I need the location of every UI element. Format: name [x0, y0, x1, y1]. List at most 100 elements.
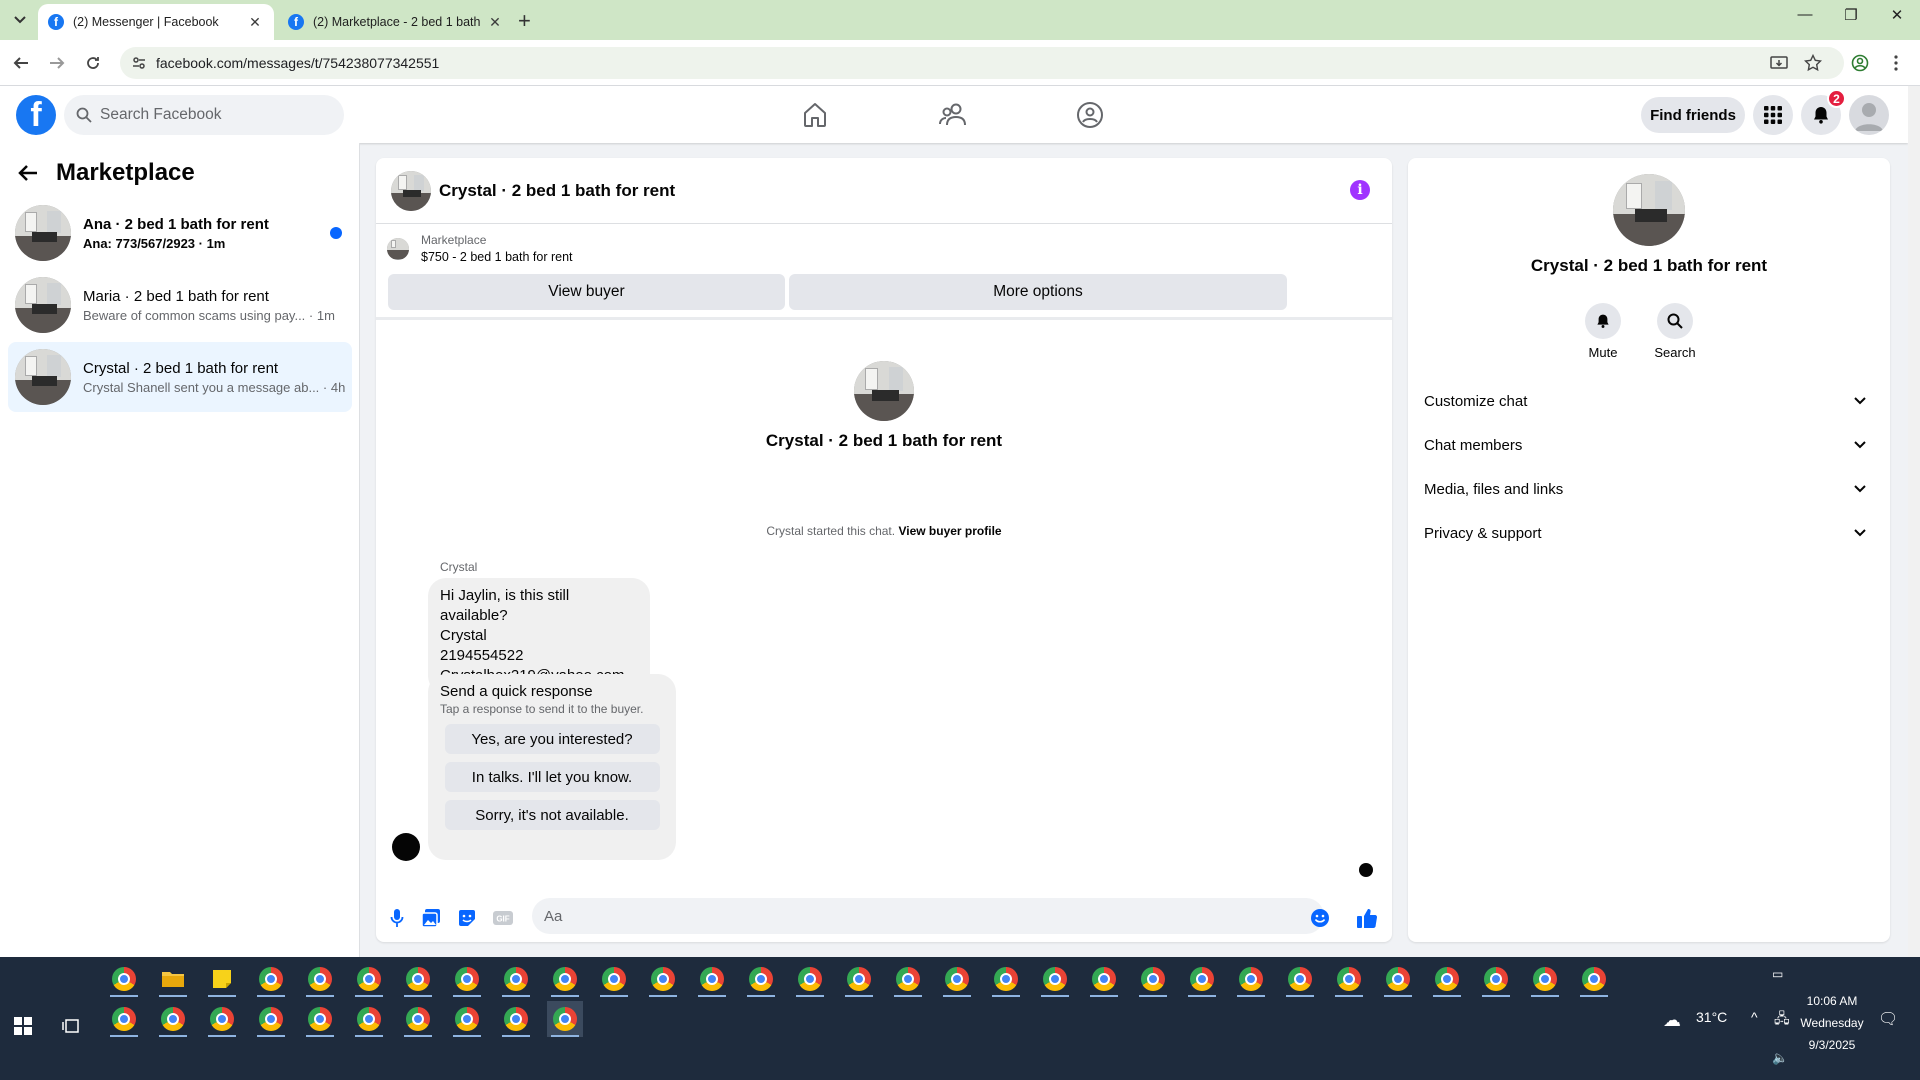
facebook-search-input[interactable]: Search Facebook	[64, 95, 344, 135]
chrome-icon[interactable]	[743, 961, 779, 997]
chrome-icon[interactable]	[498, 1001, 534, 1037]
chrome-icon[interactable]	[106, 961, 142, 997]
privacy-support-row[interactable]: Privacy & support	[1424, 513, 1874, 553]
gif-icon[interactable]: GIF	[492, 907, 514, 929]
chrome-icon[interactable]	[1478, 961, 1514, 997]
chrome-icon[interactable]	[596, 961, 632, 997]
chrome-icon[interactable]	[547, 1001, 583, 1037]
tab-search-button[interactable]	[8, 8, 32, 32]
chrome-icon[interactable]	[1380, 961, 1416, 997]
tray-tablet-icon[interactable]: ▭	[1772, 967, 1783, 981]
chrome-icon[interactable]	[1331, 961, 1367, 997]
chrome-icon[interactable]	[253, 961, 289, 997]
info-icon[interactable]: i	[1350, 180, 1370, 200]
listing-summary[interactable]: Marketplace $750 - 2 bed 1 bath for rent	[387, 233, 573, 264]
sticker-icon[interactable]	[456, 907, 478, 929]
conversation-item-crystal[interactable]: Crystal · 2 bed 1 bath for rent Crystal …	[8, 342, 352, 412]
restore-button[interactable]: ❐	[1828, 6, 1874, 24]
listing-thumbnail[interactable]	[1613, 174, 1685, 246]
volume-icon[interactable]: 🔈	[1772, 1050, 1788, 1066]
find-friends-button[interactable]: Find friends	[1641, 97, 1745, 133]
chrome-icon[interactable]	[1037, 961, 1073, 997]
back-arrow-icon[interactable]	[18, 164, 38, 182]
file-explorer-icon[interactable]	[155, 961, 191, 997]
weather-icon[interactable]: ☁	[1663, 1010, 1681, 1031]
site-info-icon[interactable]	[132, 56, 146, 70]
install-app-icon[interactable]	[1770, 54, 1788, 72]
new-tab-button[interactable]: +	[518, 8, 531, 34]
mute-button[interactable]: Mute	[1573, 303, 1633, 360]
chrome-icon[interactable]	[155, 1001, 191, 1037]
chrome-icon[interactable]	[1282, 961, 1318, 997]
chrome-icon[interactable]	[1233, 961, 1269, 997]
media-files-links-row[interactable]: Media, files and links	[1424, 469, 1874, 509]
chrome-icon[interactable]	[106, 1001, 142, 1037]
network-icon[interactable]: 🖧	[1774, 1008, 1790, 1032]
friends-nav-button[interactable]	[938, 100, 968, 130]
chrome-icon[interactable]	[351, 1001, 387, 1037]
forward-button[interactable]	[46, 52, 68, 74]
browser-menu-button[interactable]	[1885, 52, 1907, 74]
home-nav-button[interactable]	[800, 100, 830, 130]
chrome-icon[interactable]	[449, 961, 485, 997]
clock-day[interactable]: Wednesday	[1796, 1016, 1868, 1030]
minimize-button[interactable]: —	[1782, 6, 1828, 23]
bookmark-star-icon[interactable]	[1804, 54, 1822, 72]
profile-button[interactable]	[1849, 52, 1871, 74]
chrome-icon[interactable]	[988, 961, 1024, 997]
chrome-icon[interactable]	[253, 1001, 289, 1037]
chrome-icon[interactable]	[449, 1001, 485, 1037]
browser-tab-messenger[interactable]: f (2) Messenger | Facebook ✕	[38, 4, 274, 40]
chrome-icon[interactable]	[890, 961, 926, 997]
chrome-icon[interactable]	[351, 961, 387, 997]
customize-chat-row[interactable]: Customize chat	[1424, 381, 1874, 421]
chrome-icon[interactable]	[694, 961, 730, 997]
notification-center-icon[interactable]: 🗨	[1878, 1009, 1898, 1029]
emoji-icon[interactable]	[1309, 907, 1331, 929]
chat-avatar[interactable]	[391, 170, 431, 211]
show-hidden-icons[interactable]: ^	[1751, 1009, 1758, 1025]
photo-icon[interactable]	[420, 907, 442, 929]
sticky-notes-icon[interactable]	[204, 961, 240, 997]
chrome-icon[interactable]	[1135, 961, 1171, 997]
chat-title[interactable]: Crystal · 2 bed 1 bath for rent	[439, 181, 675, 201]
chrome-icon[interactable]	[1086, 961, 1122, 997]
chat-members-row[interactable]: Chat members	[1424, 425, 1874, 465]
chrome-icon[interactable]	[939, 961, 975, 997]
chrome-icon[interactable]	[841, 961, 877, 997]
view-buyer-profile-link[interactable]: View buyer profile	[898, 524, 1001, 538]
search-in-conversation-button[interactable]: Search	[1645, 303, 1705, 360]
chrome-icon[interactable]	[645, 961, 681, 997]
chrome-icon[interactable]	[1527, 961, 1563, 997]
reload-button[interactable]	[82, 52, 104, 74]
thumbs-up-icon[interactable]	[1356, 907, 1378, 929]
chrome-icon[interactable]	[302, 1001, 338, 1037]
close-tab-icon[interactable]: ✕	[486, 14, 504, 31]
conversation-item-ana[interactable]: Ana · 2 bed 1 bath for rent Ana: 773/567…	[8, 198, 352, 268]
chrome-icon[interactable]	[1576, 961, 1612, 997]
chrome-icon[interactable]	[400, 961, 436, 997]
address-bar[interactable]: facebook.com/messages/t/754238077342551	[120, 47, 1844, 79]
quick-response-yes-button[interactable]: Yes, are you interested?	[444, 724, 660, 754]
close-window-button[interactable]: ✕	[1874, 6, 1920, 24]
facebook-logo[interactable]: f	[16, 95, 56, 135]
chrome-icon[interactable]	[1184, 961, 1220, 997]
chrome-icon[interactable]	[498, 961, 534, 997]
view-buyer-button[interactable]: View buyer	[388, 274, 785, 310]
close-tab-icon[interactable]: ✕	[246, 14, 264, 31]
conversation-item-maria[interactable]: Maria · 2 bed 1 bath for rent Beware of …	[8, 270, 352, 340]
quick-response-in-talks-button[interactable]: In talks. I'll let you know.	[444, 762, 660, 792]
chrome-icon[interactable]	[204, 1001, 240, 1037]
back-button[interactable]	[10, 52, 32, 74]
chrome-icon[interactable]	[1429, 961, 1465, 997]
start-button[interactable]	[14, 1017, 32, 1035]
quick-response-not-available-button[interactable]: Sorry, it's not available.	[444, 800, 660, 830]
chrome-icon[interactable]	[547, 961, 583, 997]
chrome-icon[interactable]	[302, 961, 338, 997]
task-view-button[interactable]	[62, 1017, 80, 1035]
temperature[interactable]: 31°C	[1696, 1009, 1727, 1025]
chrome-icon[interactable]	[400, 1001, 436, 1037]
browser-tab-marketplace[interactable]: f (2) Marketplace - 2 bed 1 bath ✕	[278, 4, 514, 40]
clock-date[interactable]: 9/3/2025	[1796, 1038, 1868, 1052]
more-options-button[interactable]: More options	[789, 274, 1287, 310]
